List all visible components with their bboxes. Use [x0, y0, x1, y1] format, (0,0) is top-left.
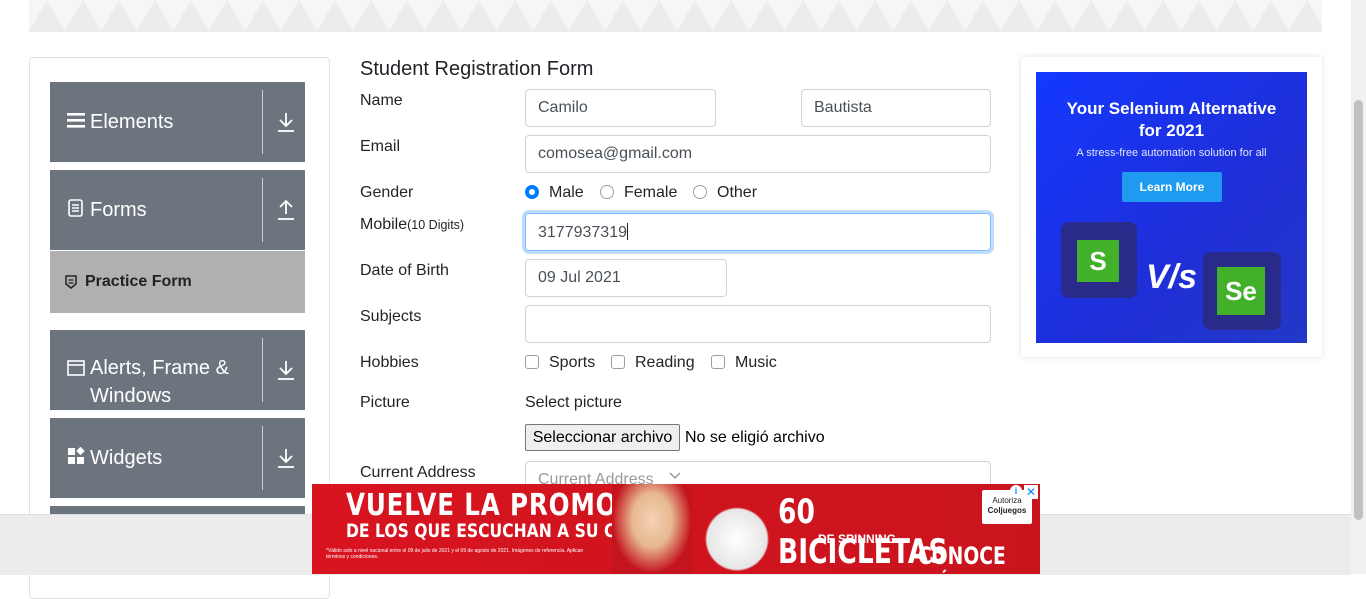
- logo-left-text: S: [1089, 246, 1107, 276]
- page-scrollbar[interactable]: [1351, 0, 1366, 574]
- sidebar-group-forms[interactable]: Forms: [50, 170, 305, 250]
- up-arrow-icon[interactable]: [276, 199, 296, 221]
- header-banner: [29, 0, 1322, 32]
- widgets-icon: [68, 447, 85, 464]
- promo-fine-print: *Válido solo a nivel nacional entre el 0…: [326, 548, 584, 560]
- versus-text: V/s: [1146, 258, 1198, 296]
- date-of-birth-input[interactable]: 09 Jul 2021: [525, 259, 727, 297]
- window-icon: [67, 360, 85, 376]
- chevron-down-icon: [669, 472, 681, 480]
- divider: [262, 90, 263, 154]
- form-icon: [65, 275, 77, 289]
- learn-more-button[interactable]: Learn More: [1122, 172, 1222, 202]
- subjects-label: Subjects: [360, 308, 422, 325]
- ad-title-line-1: Your Selenium Alternative: [1066, 99, 1277, 118]
- testsigma-logo: S: [1061, 222, 1137, 298]
- hobbies-checkbox-group: Sports Reading Music: [525, 353, 825, 373]
- current-address-label: Current Address: [360, 464, 476, 481]
- ad-subtitle: A stress-free automation solution for al…: [1076, 147, 1267, 159]
- mobile-hint: (10 Digits): [407, 218, 465, 232]
- checkbox-label: Reading: [635, 354, 695, 371]
- checkbox-label: Sports: [549, 354, 596, 371]
- radio-label: Female: [624, 184, 678, 201]
- promo-bike-image: [692, 490, 782, 572]
- scrollbar-thumb[interactable]: [1354, 100, 1363, 520]
- sidebar-group-label: Alerts, Frame & Windows: [90, 354, 229, 410]
- logo-left-box: S: [1077, 240, 1119, 282]
- email-input[interactable]: comosea@gmail.com: [525, 135, 991, 173]
- gender-label: Gender: [360, 184, 414, 201]
- checkbox[interactable]: [611, 355, 625, 369]
- side-ad-card: Your Selenium Alternative for 2021 A stre…: [1021, 57, 1322, 357]
- sidebar-item-label: Practice Form: [85, 273, 192, 290]
- sidebar-group-label: Forms: [90, 199, 147, 221]
- radio-label: Other: [717, 184, 758, 201]
- selenium-logo: Se: [1203, 252, 1281, 330]
- picture-label: Picture: [360, 394, 410, 411]
- choose-file-button[interactable]: Seleccionar archivo: [525, 424, 680, 451]
- promo-headline: VUELVE LA PROMO*: [346, 488, 632, 523]
- sidebar-group-elements[interactable]: Elements: [50, 82, 305, 162]
- checkbox[interactable]: [711, 355, 725, 369]
- gender-radio-group: Male Female Other: [525, 183, 825, 203]
- document-icon: [68, 199, 83, 217]
- mobile-label: Mobile(10 Digits): [360, 215, 464, 235]
- badge-line-1: Autoriza: [992, 496, 1022, 505]
- mobile-input[interactable]: 3177937319: [525, 213, 991, 251]
- divider: [262, 426, 263, 490]
- sidebar-item-practice-form[interactable]: Practice Form: [50, 251, 305, 313]
- radio-button[interactable]: [693, 185, 707, 199]
- dob-label: Date of Birth: [360, 262, 449, 279]
- divider: [262, 178, 263, 242]
- name-label: Name: [360, 92, 403, 109]
- ad-title-line-2: for 2021: [1138, 121, 1205, 140]
- hamburger-icon: [67, 113, 85, 128]
- sidebar-group-alerts-frame-windows[interactable]: Alerts, Frame & Windows: [50, 330, 305, 410]
- bottom-ad-banner[interactable]: VUELVE LA PROMO* DE LOS QUE ESCUCHAN A S…: [312, 484, 1040, 574]
- last-name-input[interactable]: Bautista: [801, 89, 991, 127]
- mobile-value: 3177937319: [538, 224, 627, 241]
- sidebar-group-widgets[interactable]: Widgets: [50, 418, 305, 498]
- hobbies-label: Hobbies: [360, 354, 419, 371]
- promo-cta[interactable]: CONOCE MÁS: [918, 542, 1013, 574]
- label-line-2: Windows: [90, 385, 172, 407]
- down-arrow-icon[interactable]: [276, 111, 296, 133]
- mobile-label-text: Mobile: [360, 216, 408, 233]
- radio-label: Male: [549, 184, 584, 201]
- subjects-input[interactable]: [525, 305, 991, 343]
- file-status: No se eligió archivo: [685, 429, 825, 446]
- badge-line-2: Coljuegos: [987, 506, 1027, 515]
- ad-title: Your Selenium Alternative for 2021: [1036, 98, 1307, 142]
- text-caret: [626, 223, 628, 240]
- sidebar-group-label: Widgets: [90, 447, 163, 469]
- down-arrow-icon[interactable]: [276, 447, 296, 469]
- radio-button[interactable]: [600, 185, 614, 199]
- ad-close-icon[interactable]: ✕: [1024, 485, 1038, 499]
- first-name-input[interactable]: Camilo: [525, 89, 716, 127]
- sidebar-group-label: Elements: [90, 111, 174, 133]
- form-title: Student Registration Form: [360, 58, 594, 80]
- checkbox[interactable]: [525, 355, 539, 369]
- logo-right-box: Se: [1217, 267, 1265, 315]
- promo-person-image: [612, 484, 692, 574]
- selenium-ad[interactable]: Your Selenium Alternative for 2021 A stre…: [1036, 72, 1307, 343]
- promo-subline: DE SPINNING: [818, 532, 897, 546]
- label-line-1: Alerts, Frame &: [90, 357, 229, 379]
- down-arrow-icon[interactable]: [276, 359, 296, 381]
- divider: [262, 338, 263, 402]
- checkbox-label: Music: [735, 354, 777, 371]
- radio-button-checked[interactable]: [525, 185, 539, 199]
- select-picture-label: Select picture: [525, 394, 622, 411]
- email-label: Email: [360, 138, 401, 155]
- ad-info-icon[interactable]: i: [1010, 485, 1022, 497]
